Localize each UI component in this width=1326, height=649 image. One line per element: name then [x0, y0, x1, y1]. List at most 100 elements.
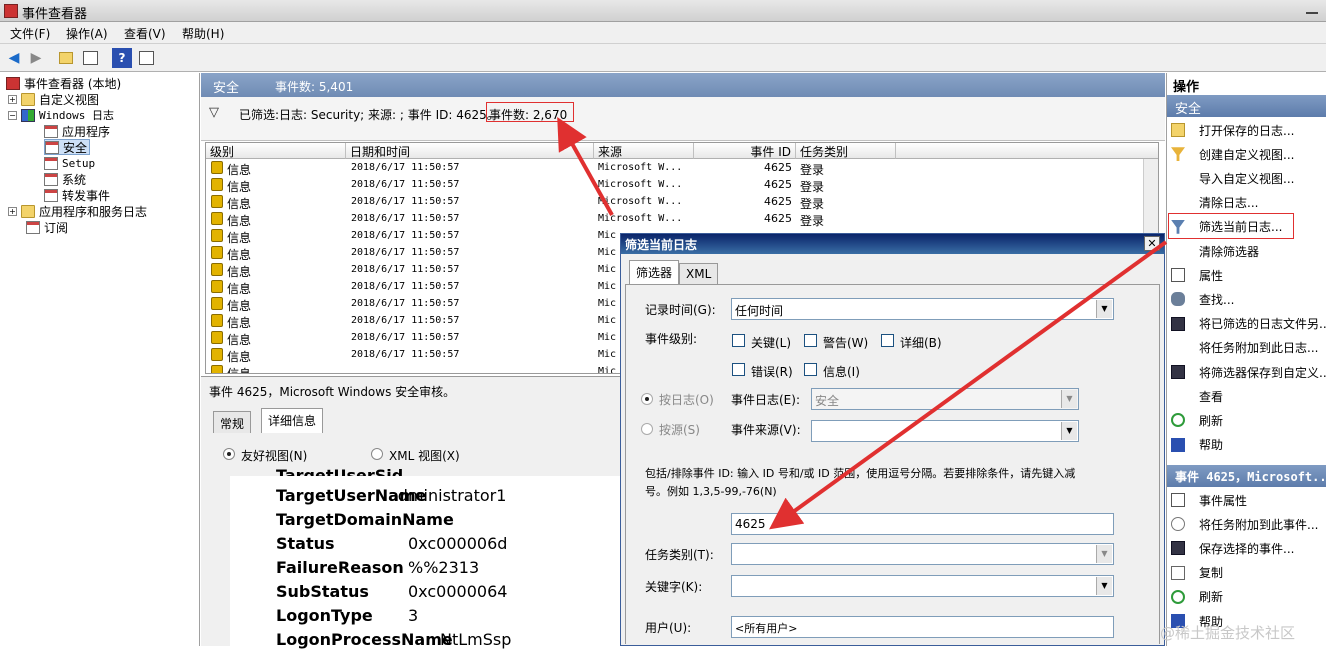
expand-icon[interactable]: + [8, 94, 17, 104]
blank-icon [1171, 389, 1185, 403]
show-pane-icon[interactable] [136, 48, 156, 68]
column-spacer [896, 143, 1158, 159]
action-item[interactable]: 清除筛选器 [1171, 240, 1326, 262]
menu-file[interactable]: 文件(F) [10, 25, 50, 42]
tree-windows-logs[interactable]: − Windows 日志 [8, 107, 114, 123]
logged-label: 记录时间(G): [645, 303, 716, 317]
up-folder-icon[interactable] [56, 48, 76, 68]
table-row[interactable]: 信息 2018/6/17 11:50:57 Microsoft W... 4625 登录 [206, 211, 1146, 228]
tab-details[interactable]: 详细信息 [261, 408, 324, 433]
task-category-combo[interactable]: ▼ [731, 543, 1114, 565]
action-item[interactable]: 属性 [1171, 264, 1326, 286]
dialog-tab-filter[interactable]: 筛选器 [629, 260, 680, 285]
filter-description: 已筛选:日志: Security; 来源: ; 事件 ID: 4625。 [239, 108, 499, 122]
tree-custom-views[interactable]: + 自定义视图 [8, 91, 99, 107]
tab-general[interactable]: 常规 [213, 411, 252, 433]
filter-dialog: 筛选当前日志 ✕ 筛选器 XML 记录时间(G): 任何时间 ▼ 事件级别: 关… [620, 233, 1165, 646]
detail-field-value: NtLmSsp [440, 630, 512, 649]
back-icon[interactable]: ◀ [4, 48, 24, 68]
column-source[interactable]: 来源 [594, 143, 694, 159]
chevron-down-icon[interactable]: ▼ [1061, 390, 1077, 408]
action-item[interactable]: 将任务附加到此事件... [1171, 513, 1326, 535]
row-event-id: 4625 [764, 212, 792, 225]
action-item[interactable]: 查找... [1171, 288, 1326, 310]
action-item[interactable]: 刷新 [1171, 586, 1326, 608]
column-level[interactable]: 级别 [206, 143, 346, 159]
action-item[interactable]: 打开保存的日志... [1171, 119, 1326, 141]
keyword-combo[interactable]: ▼ [731, 575, 1114, 597]
row-source: Mic [598, 315, 617, 326]
action-item[interactable]: 导入自定义视图... [1171, 167, 1326, 189]
blank-icon [1171, 341, 1185, 355]
tree-apps-services[interactable]: + 应用程序和服务日志 [8, 203, 147, 219]
event-count: 事件数: 5,401 [275, 80, 354, 94]
chevron-down-icon[interactable]: ▼ [1096, 577, 1112, 595]
action-item[interactable]: 事件属性 [1171, 489, 1326, 511]
action-item[interactable]: 帮助 [1171, 434, 1326, 456]
menu-bar: 文件(F) 操作(A) 查看(V) 帮助(H) [0, 22, 1326, 44]
tree-log-setup[interactable]: Setup [44, 155, 95, 171]
action-item[interactable]: 将筛选器保存到自定义... [1171, 361, 1326, 383]
dialog-tab-xml[interactable]: XML [679, 263, 719, 285]
event-id-input[interactable]: 4625 [731, 513, 1114, 535]
info-checkbox[interactable] [804, 363, 817, 376]
chevron-down-icon[interactable]: ▼ [1096, 545, 1112, 563]
chevron-down-icon[interactable]: ▼ [1096, 300, 1112, 318]
forward-icon[interactable]: ▶ [26, 48, 46, 68]
column-event-id[interactable]: 事件 ID [694, 143, 796, 159]
row-event-id: 4625 [764, 178, 792, 191]
row-source: Mic [598, 332, 617, 343]
verbose-checkbox[interactable] [881, 334, 894, 347]
action-item[interactable]: 创建自定义视图... [1171, 143, 1326, 165]
by-log-radio[interactable] [641, 393, 653, 405]
event-source-combo[interactable]: ▼ [811, 420, 1079, 442]
action-item[interactable]: 清除日志... [1171, 192, 1326, 214]
column-datetime[interactable]: 日期和时间 [346, 143, 594, 159]
tree-log-system[interactable]: 系统 [44, 171, 86, 187]
actions-section-security[interactable]: 安全 [1167, 95, 1326, 117]
user-input[interactable]: <所有用户> [731, 616, 1114, 638]
tree-log-security[interactable]: 安全 [44, 139, 91, 155]
warning-checkbox[interactable] [804, 334, 817, 347]
actions-section-event[interactable]: 事件 4625，Microsoft... [1167, 465, 1326, 487]
tree-root[interactable]: 事件查看器 (本地) [6, 75, 121, 91]
help-icon[interactable]: ? [112, 48, 132, 68]
action-item[interactable]: 复制 [1171, 562, 1326, 584]
tree-log-forwarded[interactable]: 转发事件 [44, 187, 110, 203]
logged-combo[interactable]: 任何时间 ▼ [731, 298, 1114, 320]
menu-action[interactable]: 操作(A) [66, 25, 108, 42]
friendly-view-radio[interactable] [223, 448, 235, 460]
error-checkbox[interactable] [732, 363, 745, 376]
properties-icon[interactable] [80, 48, 100, 68]
row-datetime: 2018/6/17 11:50:57 [351, 264, 460, 275]
dialog-close-button[interactable]: ✕ [1144, 236, 1160, 251]
by-source-radio[interactable] [641, 423, 653, 435]
annotation-box-filter-action [1168, 213, 1294, 239]
critical-checkbox[interactable] [732, 334, 745, 347]
xml-view-radio[interactable] [371, 448, 383, 460]
menu-help[interactable]: 帮助(H) [182, 25, 224, 42]
table-row[interactable]: 信息 2018/6/17 11:50:57 Microsoft W... 4625 登录 [206, 160, 1146, 177]
column-task-category[interactable]: 任务类别 [796, 143, 896, 159]
event-log-combo[interactable]: 安全 ▼ [811, 388, 1079, 410]
chevron-down-icon[interactable]: ▼ [1061, 422, 1077, 440]
lock-icon [211, 246, 223, 259]
lock-icon [211, 195, 223, 208]
collapse-icon[interactable]: − [8, 110, 17, 120]
action-item[interactable]: 将任务附加到此日志... [1171, 337, 1326, 359]
tree-subscriptions[interactable]: 订阅 [26, 219, 68, 235]
minimize-button[interactable] [1306, 6, 1318, 14]
user-label: 用户(U): [645, 621, 692, 635]
tree-log-application[interactable]: 应用程序 [44, 123, 110, 139]
menu-view[interactable]: 查看(V) [124, 25, 166, 42]
action-item[interactable]: 查看 [1171, 385, 1326, 407]
row-datetime: 2018/6/17 11:50:57 [351, 247, 460, 258]
table-row[interactable]: 信息 2018/6/17 11:50:57 Microsoft W... 4625 登录 [206, 177, 1146, 194]
table-row[interactable]: 信息 2018/6/17 11:50:57 Microsoft W... 4625 登录 [206, 194, 1146, 211]
action-item[interactable]: 刷新 [1171, 409, 1326, 431]
row-datetime: 2018/6/17 11:50:57 [351, 213, 460, 224]
action-item[interactable]: 保存选择的事件... [1171, 537, 1326, 559]
detail-field-value: 0xc000006d [408, 534, 508, 553]
expand-icon[interactable]: + [8, 206, 17, 216]
action-item[interactable]: 将已筛选的日志文件另... [1171, 313, 1326, 335]
